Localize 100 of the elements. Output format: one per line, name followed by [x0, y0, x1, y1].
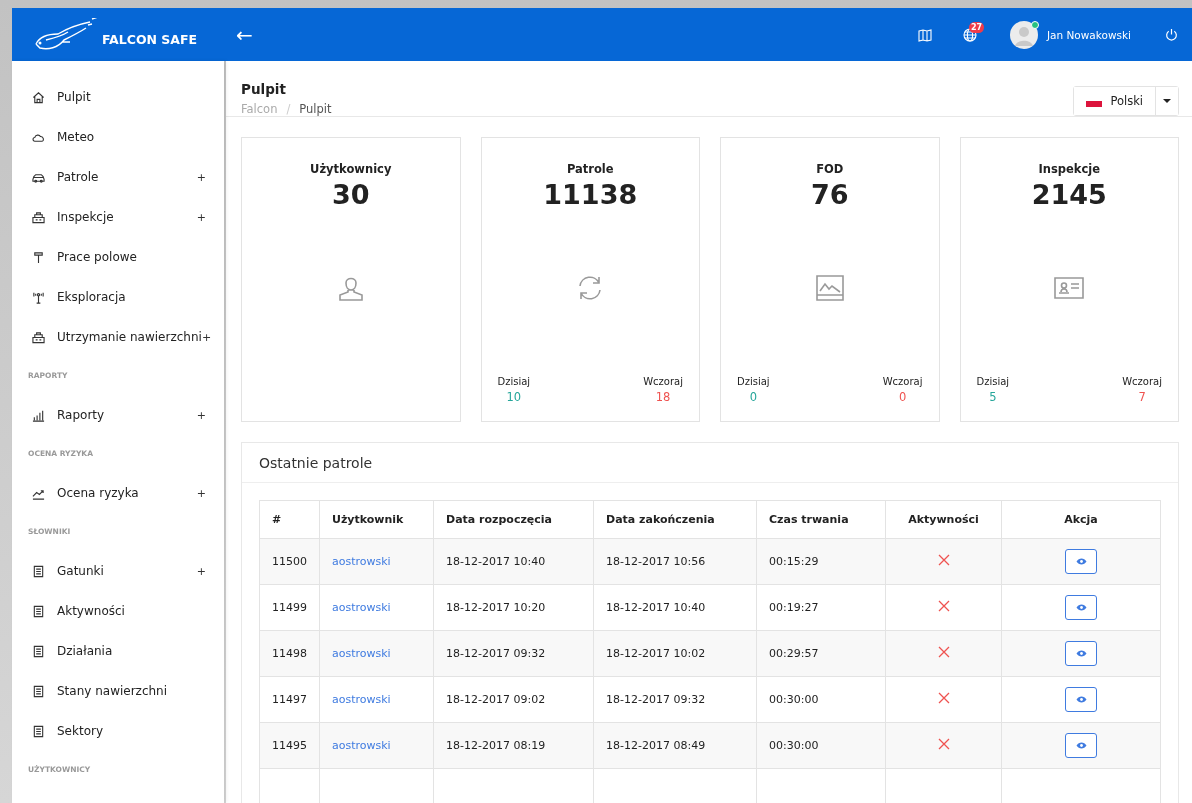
page-title: Pulpit: [241, 81, 287, 97]
document-icon: [32, 604, 45, 618]
yesterday-value: 0: [898, 390, 907, 404]
expand-toggle[interactable]: +: [201, 330, 212, 344]
column-header: Użytkownik: [319, 500, 434, 539]
stat-title: Inspekcje: [1038, 162, 1101, 176]
home-icon: [32, 90, 45, 104]
table-cell: 18-12-2017 08:49: [593, 722, 757, 769]
sidebar-item[interactable]: Raporty +: [12, 395, 224, 435]
user-link[interactable]: aostrowski: [332, 601, 391, 614]
table-cell: 00:29:57: [756, 630, 886, 677]
stat-value: 30: [331, 179, 370, 210]
today-label: Dzisiaj: [976, 376, 1010, 387]
document-icon: [32, 724, 45, 738]
view-button[interactable]: [1065, 595, 1097, 620]
column-header: Czas trwania: [756, 500, 886, 539]
sidebar-item[interactable]: Utrzymanie nawierzchni+: [12, 317, 224, 357]
breadcrumb-separator: /: [286, 102, 291, 116]
sidebar-item[interactable]: Patrole +: [12, 157, 224, 197]
avatar[interactable]: [1010, 20, 1038, 49]
expand-toggle[interactable]: +: [196, 210, 206, 224]
sidebar-item[interactable]: Stany nawierzchni: [12, 671, 224, 711]
document-icon: [32, 684, 45, 698]
table-cell: 18-12-2017 10:56: [593, 538, 757, 585]
yesterday-value: 18: [655, 390, 671, 404]
flag-icon: [1086, 100, 1103, 107]
back-button[interactable]: ←: [236, 22, 253, 47]
today-value: 0: [749, 390, 757, 404]
sidebar-item[interactable]: Inspekcje +: [12, 197, 224, 237]
user-name[interactable]: Jan Nowakowski: [1047, 28, 1131, 41]
building-icon: [32, 330, 45, 344]
document-icon: [32, 564, 45, 578]
yesterday-label: Wczoraj: [643, 376, 683, 387]
table-cell: 11500: [259, 538, 320, 585]
expand-toggle[interactable]: +: [196, 564, 206, 578]
stat-value: 2145: [1031, 179, 1107, 210]
yesterday-label: Wczoraj: [882, 376, 923, 387]
document-icon: [32, 644, 45, 658]
column-header: Data rozpoczęcia: [433, 500, 594, 539]
notification-count-badge: 27: [969, 21, 985, 33]
yesterday-label: Wczoraj: [1122, 376, 1162, 387]
stat-value: 76: [810, 179, 849, 210]
table-cell: 00:15:29: [756, 538, 886, 585]
today-label: Dzisiaj: [737, 376, 770, 387]
column-header: Akcja: [1001, 500, 1161, 539]
eye-icon: [1075, 604, 1087, 611]
table-cell: 18-12-2017 09:32: [593, 676, 757, 723]
view-button[interactable]: [1065, 687, 1097, 712]
map-icon[interactable]: [918, 27, 932, 42]
table-cell: 18-12-2017 08:19: [433, 722, 594, 769]
user-link[interactable]: aostrowski: [332, 739, 391, 752]
image-icon: [813, 272, 846, 304]
sidebar-item[interactable]: Gatunki +: [12, 551, 224, 591]
expand-toggle[interactable]: +: [196, 170, 206, 184]
table-cell: 18-12-2017 09:32: [433, 630, 594, 677]
eye-icon: [1075, 742, 1087, 749]
sidebar-item[interactable]: Eksploracja: [12, 277, 224, 317]
sidebar-item[interactable]: Pulpit: [12, 77, 224, 117]
language-button[interactable]: Polski: [1074, 87, 1156, 115]
eye-icon: [1075, 650, 1087, 657]
table-cell: 11495: [259, 722, 320, 769]
today-value: 10: [506, 390, 522, 404]
power-icon[interactable]: [1165, 28, 1178, 41]
sidebar-item[interactable]: Aktywności: [12, 591, 224, 631]
table-cell: 00:30:00: [756, 722, 886, 769]
expand-toggle[interactable]: +: [196, 408, 206, 422]
table-cell: 18-12-2017 09:02: [433, 676, 594, 723]
expand-toggle[interactable]: +: [196, 486, 206, 500]
sidebar-item[interactable]: Prace polowe: [12, 237, 224, 277]
view-button[interactable]: [1065, 641, 1097, 666]
user-link[interactable]: aostrowski: [332, 693, 391, 706]
table-cell: 11498: [259, 630, 320, 677]
sidebar-item[interactable]: Sektory: [12, 711, 224, 751]
panel-title: Ostatnie patrole: [242, 443, 1178, 483]
view-button[interactable]: [1065, 733, 1097, 758]
today-value: 5: [989, 390, 997, 404]
eye-icon: [1075, 558, 1087, 565]
stat-title: Patrole: [566, 162, 614, 176]
column-header: #: [259, 500, 320, 539]
column-header: Aktywności: [885, 500, 1002, 539]
antenna-icon: [32, 290, 45, 304]
user-link[interactable]: aostrowski: [332, 647, 391, 660]
column-header: Data zakończenia: [593, 500, 757, 539]
view-button[interactable]: [1065, 549, 1097, 574]
table-cell: 00:30:00: [756, 676, 886, 723]
building-icon: [32, 210, 45, 224]
user-link[interactable]: aostrowski: [332, 555, 391, 568]
sidebar-item[interactable]: Ocena ryzyka +: [12, 473, 224, 513]
sidebar-item[interactable]: Działania: [12, 631, 224, 671]
bar-chart-icon: [32, 408, 45, 422]
table-cell: 18-12-2017 10:02: [593, 630, 757, 677]
breadcrumb-item: Pulpit: [299, 102, 332, 116]
caret-icon: [1163, 99, 1171, 103]
table-cell: 18-12-2017 10:40: [433, 538, 594, 585]
today-label: Dzisiaj: [497, 376, 531, 387]
logo-text: FALCON SAFE: [102, 32, 198, 47]
table-cell: 11497: [259, 676, 320, 723]
table-cell: 00:19:27: [756, 584, 886, 631]
hammer-icon: [32, 250, 45, 264]
sidebar-item[interactable]: Meteo: [12, 117, 224, 157]
